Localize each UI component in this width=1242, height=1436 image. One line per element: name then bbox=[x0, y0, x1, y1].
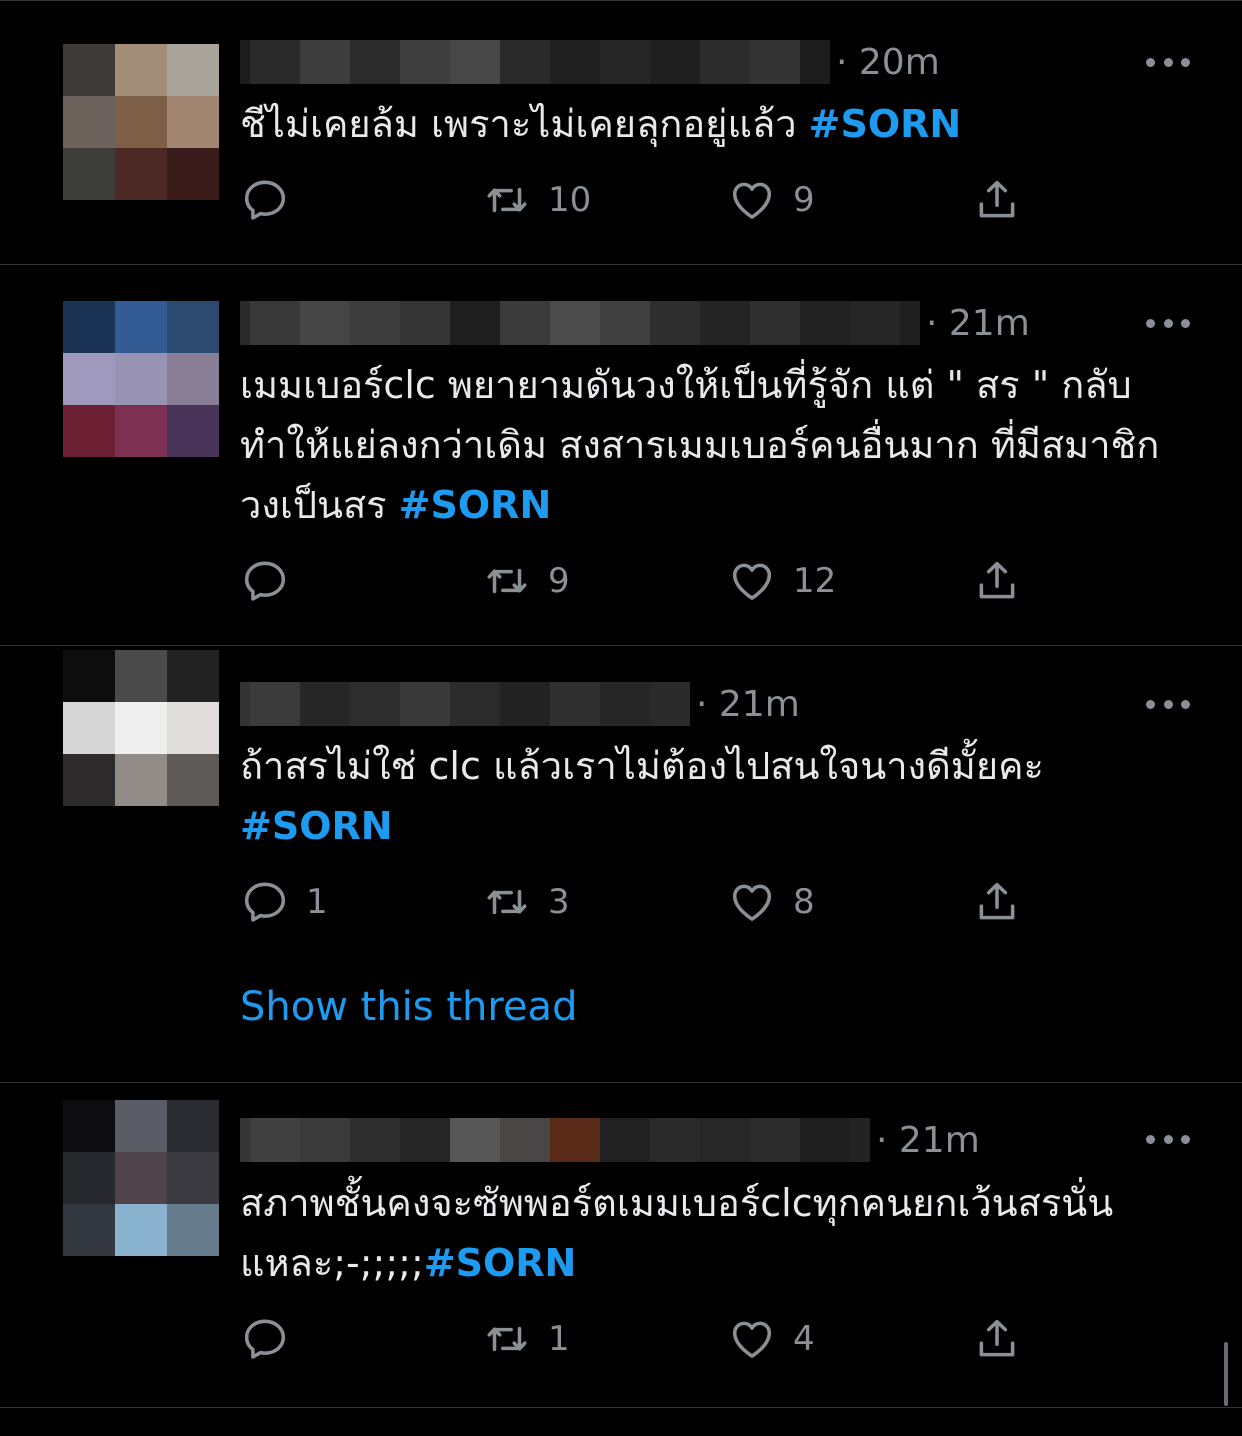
like-button[interactable]: 12 bbox=[727, 556, 836, 606]
avatar[interactable] bbox=[63, 44, 219, 200]
username-blurred[interactable] bbox=[240, 40, 830, 84]
tweet-actions: 1 3 8 bbox=[240, 877, 1040, 927]
retweet-button[interactable]: 10 bbox=[482, 175, 591, 225]
share-icon bbox=[979, 561, 1015, 599]
share-button[interactable] bbox=[972, 1314, 1022, 1364]
more-options-icon[interactable] bbox=[1146, 54, 1190, 70]
share-icon bbox=[979, 882, 1015, 920]
share-button[interactable] bbox=[972, 877, 1022, 927]
reply-icon bbox=[244, 1319, 286, 1359]
tweet-header: · 21m bbox=[240, 301, 1030, 345]
tweet-timestamp[interactable]: · 20m bbox=[836, 42, 940, 83]
heart-icon bbox=[732, 563, 772, 600]
reply-button[interactable] bbox=[240, 175, 306, 225]
hashtag-link[interactable]: #SORN bbox=[809, 102, 962, 146]
retweet-count: 3 bbox=[548, 882, 570, 922]
tweet-1[interactable]: · 20m ชีไม่เคยล้ม เพราะไม่เคยลุกอยู่แล้ว… bbox=[0, 0, 1242, 265]
tweet-3[interactable]: · 21m ถ้าสรไม่ใช่ clc แล้วเราไม่ต้องไปสน… bbox=[0, 646, 1242, 1083]
retweet-icon bbox=[487, 568, 527, 594]
username-blurred[interactable] bbox=[240, 1118, 870, 1162]
retweet-count: 10 bbox=[548, 180, 592, 220]
tweet-4[interactable]: · 21m สภาพชั้นคงจะซัพพอร์ตเมมเบอร์clcทุก… bbox=[0, 1083, 1242, 1408]
scrollbar[interactable] bbox=[1224, 1342, 1228, 1406]
hashtag-link[interactable]: #SORN bbox=[399, 483, 552, 527]
reply-button[interactable]: 1 bbox=[240, 877, 328, 927]
tweet-text: ชีไม่เคยล้ม เพราะไม่เคยลุกอยู่แล้ว #SORN bbox=[240, 102, 962, 146]
avatar[interactable] bbox=[63, 1100, 219, 1256]
retweet-button[interactable]: 9 bbox=[482, 556, 570, 606]
username-blurred[interactable] bbox=[240, 301, 920, 345]
tweet-actions: 9 12 bbox=[240, 556, 1040, 606]
like-count: 8 bbox=[793, 882, 815, 922]
tweet-timestamp[interactable]: · 21m bbox=[926, 303, 1030, 344]
retweet-count: 9 bbox=[548, 561, 570, 601]
tweet-timestamp[interactable]: · 21m bbox=[696, 684, 800, 725]
tweet-header: · 21m bbox=[240, 1118, 980, 1162]
more-options-icon[interactable] bbox=[1146, 696, 1190, 712]
like-button[interactable]: 9 bbox=[727, 175, 815, 225]
like-count: 12 bbox=[793, 561, 837, 601]
avatar[interactable] bbox=[63, 301, 219, 457]
retweet-icon bbox=[487, 1326, 527, 1352]
share-button[interactable] bbox=[972, 175, 1022, 225]
reply-button[interactable] bbox=[240, 556, 306, 606]
tweet-text: สภาพชั้นคงจะซัพพอร์ตเมมเบอร์clcทุกคนยกเว… bbox=[240, 1181, 1114, 1285]
retweet-button[interactable]: 3 bbox=[482, 877, 570, 927]
tweet-2[interactable]: · 21m เมมเบอร์clc พยายามดันวงให้เป็นที่ร… bbox=[0, 265, 1242, 646]
heart-icon bbox=[732, 182, 772, 219]
heart-icon bbox=[732, 884, 772, 921]
retweet-icon bbox=[487, 187, 527, 213]
avatar[interactable] bbox=[63, 650, 219, 806]
tweet-header: · 21m bbox=[240, 682, 800, 726]
like-count: 9 bbox=[793, 180, 815, 220]
like-count: 4 bbox=[793, 1319, 815, 1359]
heart-icon bbox=[732, 1321, 772, 1358]
reply-button[interactable] bbox=[240, 1314, 306, 1364]
tweet-text: ถ้าสรไม่ใช่ clc แล้วเราไม่ต้องไปสนใจนางด… bbox=[240, 744, 1044, 848]
tweet-text: เมมเบอร์clc พยายามดันวงให้เป็นที่รู้จัก … bbox=[240, 363, 1160, 527]
hashtag-link[interactable]: #SORN bbox=[424, 1241, 577, 1285]
retweet-icon bbox=[487, 889, 527, 915]
reply-icon bbox=[244, 561, 286, 601]
tweet-timestamp[interactable]: · 21m bbox=[876, 1120, 980, 1161]
more-options-icon[interactable] bbox=[1146, 315, 1190, 331]
show-thread-link[interactable]: Show this thread bbox=[240, 984, 577, 1030]
reply-count: 1 bbox=[306, 882, 328, 922]
share-icon bbox=[979, 1319, 1015, 1357]
tweet-actions: 1 4 bbox=[240, 1314, 1040, 1364]
reply-icon bbox=[244, 882, 286, 922]
retweet-count: 1 bbox=[548, 1319, 570, 1359]
like-button[interactable]: 8 bbox=[727, 877, 815, 927]
tweet-actions: 10 9 bbox=[240, 175, 1040, 225]
hashtag-link[interactable]: #SORN bbox=[240, 804, 393, 848]
more-options-icon[interactable] bbox=[1146, 1131, 1190, 1147]
reply-icon bbox=[244, 180, 286, 220]
username-blurred[interactable] bbox=[240, 682, 690, 726]
retweet-button[interactable]: 1 bbox=[482, 1314, 570, 1364]
share-icon bbox=[979, 180, 1015, 218]
like-button[interactable]: 4 bbox=[727, 1314, 815, 1364]
share-button[interactable] bbox=[972, 556, 1022, 606]
tweet-header: · 20m bbox=[240, 40, 940, 84]
